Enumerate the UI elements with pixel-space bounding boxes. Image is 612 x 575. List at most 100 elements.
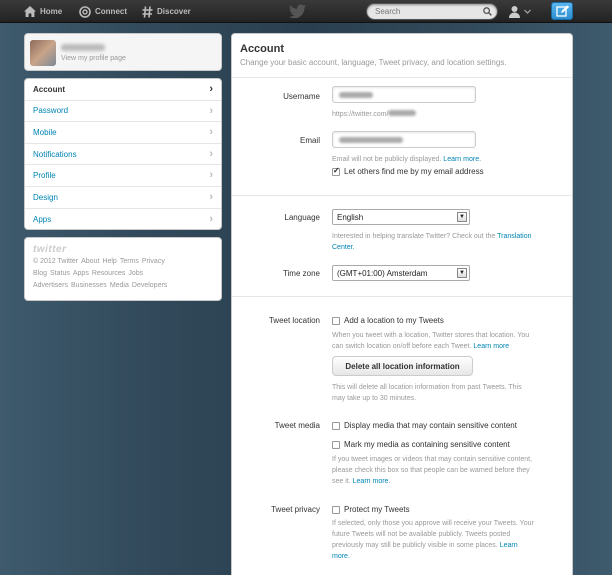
twitter-bird-logo-icon[interactable] — [289, 4, 307, 18]
hash-icon — [142, 5, 153, 18]
chevron-right-icon: › — [209, 169, 213, 182]
footer-link-help[interactable]: Help — [102, 258, 116, 265]
chevron-right-icon: › — [209, 190, 213, 203]
settings-menu: Account › Password › Mobile › Notifications… — [24, 78, 222, 230]
sidebar-item-label: Mobile — [33, 127, 57, 137]
timezone-selected-value: (GMT+01:00) Amsterdam — [337, 269, 428, 278]
mark-sensitive-media-checkbox[interactable] — [332, 441, 340, 449]
footer-link-terms[interactable]: Terms — [120, 258, 139, 265]
username-label: Username — [283, 92, 320, 101]
sidebar-item-label: Notifications — [33, 149, 77, 159]
protect-tweets-checkbox[interactable] — [332, 506, 340, 514]
email-learn-more-link[interactable]: Learn more. — [443, 156, 481, 163]
email-value-blurred — [339, 137, 403, 143]
media-help-line-3: see it. — [332, 478, 351, 485]
profile-url-prefix: https://twitter.com/ — [332, 111, 389, 118]
nav-connect[interactable]: Connect — [79, 0, 127, 23]
profile-url-username-blurred — [388, 110, 417, 116]
footer-link-jobs[interactable]: Jobs — [128, 270, 143, 277]
dropdown-arrow-icon: ▼ — [457, 268, 467, 278]
display-sensitive-media-checkbox[interactable] — [332, 422, 340, 430]
footer-links: © 2012 Twitter About Help Terms Privacy Blog… — [33, 256, 213, 292]
sidebar-item-label: Apps — [33, 214, 52, 224]
footer-link-about[interactable]: About — [81, 258, 99, 265]
language-label: Language — [284, 213, 320, 222]
chevron-right-icon: › — [209, 83, 213, 95]
location-learn-more-link[interactable]: Learn more — [473, 343, 509, 350]
media-help: If you tweet images or videos that may c… — [332, 454, 570, 487]
footer-link-apps[interactable]: Apps — [73, 270, 89, 277]
sidebar-item-notifications[interactable]: Notifications › — [25, 144, 221, 166]
nav-home-label: Home — [40, 7, 63, 16]
profile-card[interactable]: View my profile page — [24, 33, 222, 71]
delete-help-line-2: may take up to 30 minutes. — [332, 395, 417, 402]
sidebar-item-profile[interactable]: Profile › — [25, 165, 221, 187]
find-by-email-checkbox[interactable] — [332, 166, 340, 176]
chevron-right-icon: › — [209, 126, 213, 139]
translate-help: Interested in helping translate Twitter?… — [332, 231, 568, 253]
display-sensitive-media-label: Display media that may contain sensitive… — [344, 421, 517, 430]
username-field[interactable] — [332, 86, 476, 103]
compose-tweet-button[interactable] — [551, 2, 573, 20]
email-help: Email will not be publicly displayed. Le… — [332, 154, 481, 165]
footer-link-blog[interactable]: Blog — [33, 270, 47, 277]
footer-link-media[interactable]: Media — [110, 282, 129, 289]
privacy-help-line-3: previously may still be publicly visible… — [332, 542, 498, 549]
email-label: Email — [299, 136, 320, 145]
twitter-wordmark-logo: twitter — [33, 244, 67, 255]
media-help-line-2: please check this box so that people can… — [332, 467, 530, 474]
tweet-privacy-label: Tweet privacy — [271, 505, 320, 514]
user-menu[interactable] — [508, 3, 538, 20]
search-icon[interactable] — [483, 7, 492, 16]
language-selected-value: English — [337, 213, 364, 222]
sidebar-item-label: Profile — [33, 171, 56, 181]
language-select[interactable]: English ▼ — [332, 209, 470, 225]
footer-link-status[interactable]: Status — [50, 270, 70, 277]
sidebar-item-account[interactable]: Account › — [25, 79, 221, 101]
sidebar-item-mobile[interactable]: Mobile › — [25, 122, 221, 144]
privacy-learn-more-link-cont[interactable]: more. — [332, 553, 350, 560]
privacy-help-line-2: future Tweets will not be available publ… — [332, 531, 511, 538]
at-icon — [79, 5, 91, 18]
top-navigation-bar: Home Connect Discover Search — [0, 0, 612, 23]
footer-link-businesses[interactable]: Businesses — [71, 282, 107, 289]
delete-location-button[interactable]: Delete all location information — [332, 356, 473, 376]
sidebar-item-label: Password — [33, 106, 69, 116]
privacy-learn-more-link[interactable]: Learn — [500, 542, 518, 549]
footer-link-resources[interactable]: Resources — [92, 270, 125, 277]
sidebar-item-password[interactable]: Password › — [25, 101, 221, 123]
search-input[interactable]: Search — [366, 3, 498, 20]
view-profile-link[interactable]: View my profile page — [61, 55, 126, 62]
media-learn-more-link[interactable]: Learn more. — [353, 478, 391, 485]
nav-connect-label: Connect — [95, 7, 127, 16]
tweet-media-label: Tweet media — [274, 421, 320, 430]
sidebar-item-apps[interactable]: Apps › — [25, 209, 221, 229]
compose-icon — [555, 5, 569, 17]
media-help-line-1: If you tweet images or videos that may c… — [332, 456, 532, 463]
add-location-checkbox[interactable] — [332, 317, 340, 325]
location-help-line-1: When you tweet with a location, Twitter … — [332, 332, 530, 339]
translation-center-link-cont[interactable]: Center. — [332, 244, 355, 251]
section-divider — [232, 195, 572, 196]
location-help: When you tweet with a location, Twitter … — [332, 330, 570, 352]
footer-link-privacy[interactable]: Privacy — [142, 258, 165, 265]
add-location-label: Add a location to my Tweets — [344, 316, 444, 325]
avatar[interactable] — [30, 40, 56, 66]
search-placeholder: Search — [375, 7, 401, 16]
sidebar-item-design[interactable]: Design › — [25, 187, 221, 209]
tweet-location-label: Tweet location — [268, 316, 320, 325]
translation-center-link[interactable]: Translation — [497, 233, 531, 240]
footer-link-advertisers[interactable]: Advertisers — [33, 282, 68, 289]
email-field[interactable] — [332, 131, 476, 148]
footer-link-developers[interactable]: Developers — [132, 282, 167, 289]
chevron-right-icon: › — [209, 104, 213, 117]
profile-name-blurred — [61, 44, 105, 51]
nav-discover-label: Discover — [157, 7, 191, 16]
page-title: Account — [240, 43, 284, 55]
timezone-select[interactable]: (GMT+01:00) Amsterdam ▼ — [332, 265, 470, 281]
nav-discover[interactable]: Discover — [142, 0, 191, 23]
delete-help-line-1: This will delete all location informatio… — [332, 384, 522, 391]
username-value-blurred — [339, 92, 373, 98]
privacy-help-line-1: If selected, only those you approve will… — [332, 520, 534, 527]
nav-home[interactable]: Home — [24, 0, 62, 23]
